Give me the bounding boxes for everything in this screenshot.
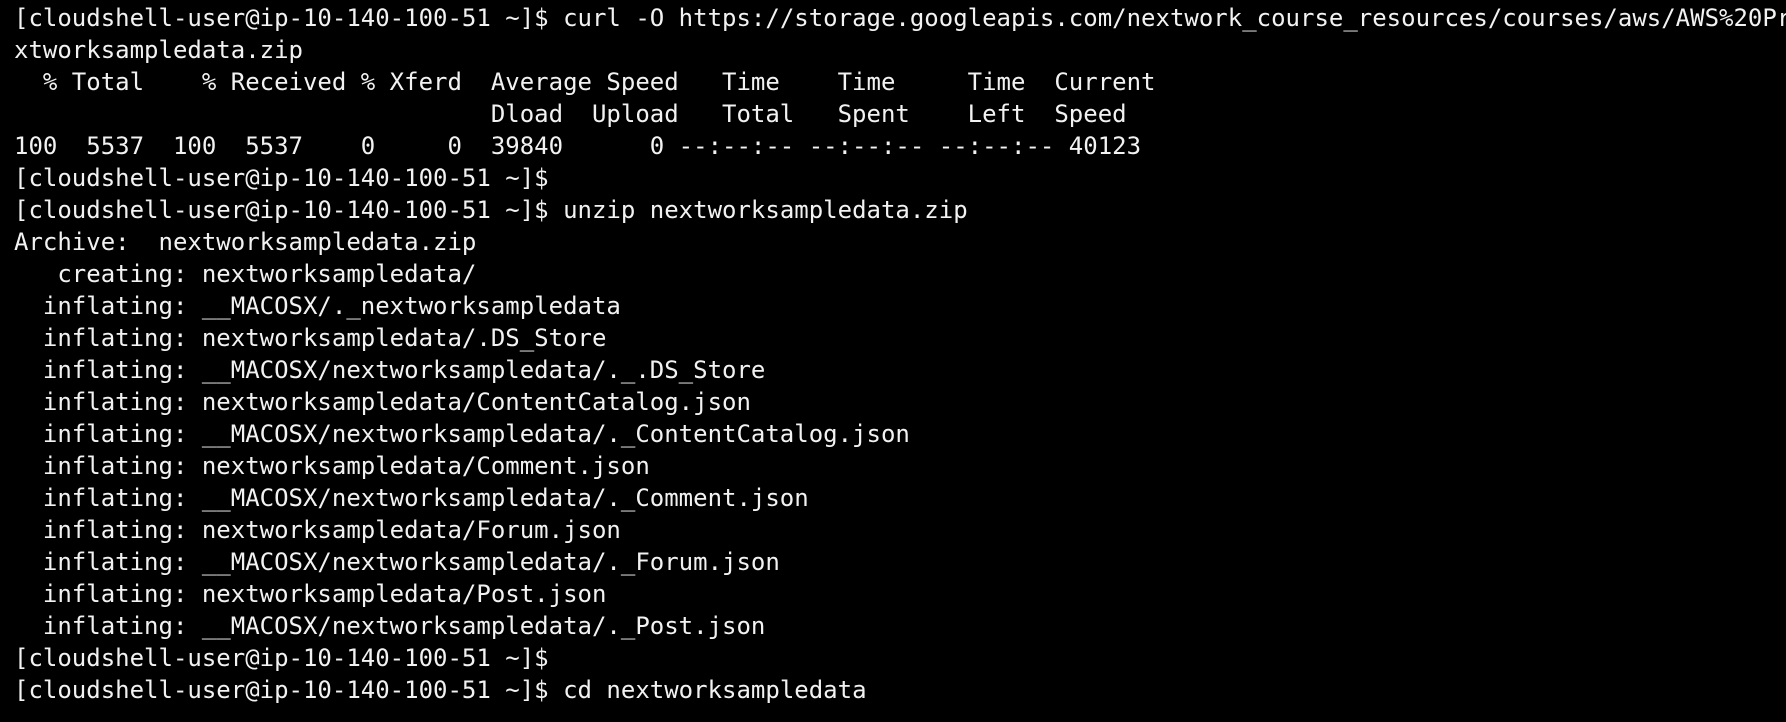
unzip-output-line: inflating: __MACOSX/nextworksampledata/.… [14,354,1786,386]
command-text: unzip nextworksampledata.zip [563,196,968,224]
output-text: Dload Upload Total Spent Left Speed [14,100,1127,128]
terminal-line-empty-prompt: [cloudshell-user@ip-10-140-100-51 ~]$ [14,162,1786,194]
terminal-line-unzip-command: [cloudshell-user@ip-10-140-100-51 ~]$ un… [14,194,1786,226]
unzip-output-line: inflating: __MACOSX/nextworksampledata/.… [14,418,1786,450]
unzip-output-line: inflating: nextworksampledata/ContentCat… [14,386,1786,418]
unzip-output-line: inflating: __MACOSX/._nextworksampledata [14,290,1786,322]
terminal-line-output: xtworksampledata.zip [14,34,1786,66]
shell-prompt: [cloudshell-user@ip-10-140-100-51 ~]$ [14,676,564,704]
shell-prompt: [cloudshell-user@ip-10-140-100-51 ~]$ [14,644,549,672]
output-text: inflating: nextworksampledata/Forum.json [14,516,621,544]
output-text: % Total % Received % Xferd Average Speed… [14,68,1156,96]
output-text: Archive: nextworksampledata.zip [14,228,477,256]
output-text: inflating: nextworksampledata/.DS_Store [14,324,607,352]
output-text: inflating: nextworksampledata/ContentCat… [14,388,751,416]
curl-progress-header-1: % Total % Received % Xferd Average Speed… [14,66,1786,98]
output-text: creating: nextworksampledata/ [14,260,477,288]
unzip-output-line: inflating: nextworksampledata/Comment.js… [14,450,1786,482]
unzip-output-line: inflating: nextworksampledata/Forum.json [14,514,1786,546]
unzip-output-line: inflating: __MACOSX/nextworksampledata/.… [14,610,1786,642]
output-text: inflating: __MACOSX/nextworksampledata/.… [14,612,766,640]
unzip-output-line: Archive: nextworksampledata.zip [14,226,1786,258]
output-text: inflating: nextworksampledata/Post.json [14,580,607,608]
unzip-output-line: inflating: __MACOSX/nextworksampledata/.… [14,546,1786,578]
unzip-output-line: creating: nextworksampledata/ [14,258,1786,290]
output-text: inflating: nextworksampledata/Comment.js… [14,452,650,480]
command-text: curl -O https://storage.googleapis.com/n… [563,4,1786,32]
terminal-window[interactable]: [cloudshell-user@ip-10-140-100-51 ~]$ cu… [0,0,1786,722]
output-text: inflating: __MACOSX/nextworksampledata/.… [14,484,809,512]
terminal-line-cd-command[interactable]: [cloudshell-user@ip-10-140-100-51 ~]$ cd… [14,674,1786,706]
unzip-output-line: inflating: nextworksampledata/Post.json [14,578,1786,610]
output-text: xtworksampledata.zip [14,36,303,64]
output-text: inflating: __MACOSX/nextworksampledata/.… [14,548,780,576]
terminal-line-empty-prompt: [cloudshell-user@ip-10-140-100-51 ~]$ [14,642,1786,674]
terminal-line-curl-command: [cloudshell-user@ip-10-140-100-51 ~]$ cu… [14,2,1786,34]
shell-prompt: [cloudshell-user@ip-10-140-100-51 ~]$ [14,4,564,32]
output-text: inflating: __MACOSX/nextworksampledata/.… [14,420,910,448]
command-input[interactable]: cd nextworksampledata [563,676,866,704]
curl-progress-header-2: Dload Upload Total Spent Left Speed [14,98,1786,130]
unzip-output-line: inflating: __MACOSX/nextworksampledata/.… [14,482,1786,514]
output-text: inflating: __MACOSX/nextworksampledata/.… [14,356,766,384]
shell-prompt: [cloudshell-user@ip-10-140-100-51 ~]$ [14,196,564,224]
unzip-output-line: inflating: nextworksampledata/.DS_Store [14,322,1786,354]
shell-prompt: [cloudshell-user@ip-10-140-100-51 ~]$ [14,164,549,192]
output-text: 100 5537 100 5537 0 0 39840 0 --:--:-- -… [14,132,1142,160]
output-text: inflating: __MACOSX/._nextworksampledata [14,292,621,320]
curl-progress-row: 100 5537 100 5537 0 0 39840 0 --:--:-- -… [14,130,1786,162]
